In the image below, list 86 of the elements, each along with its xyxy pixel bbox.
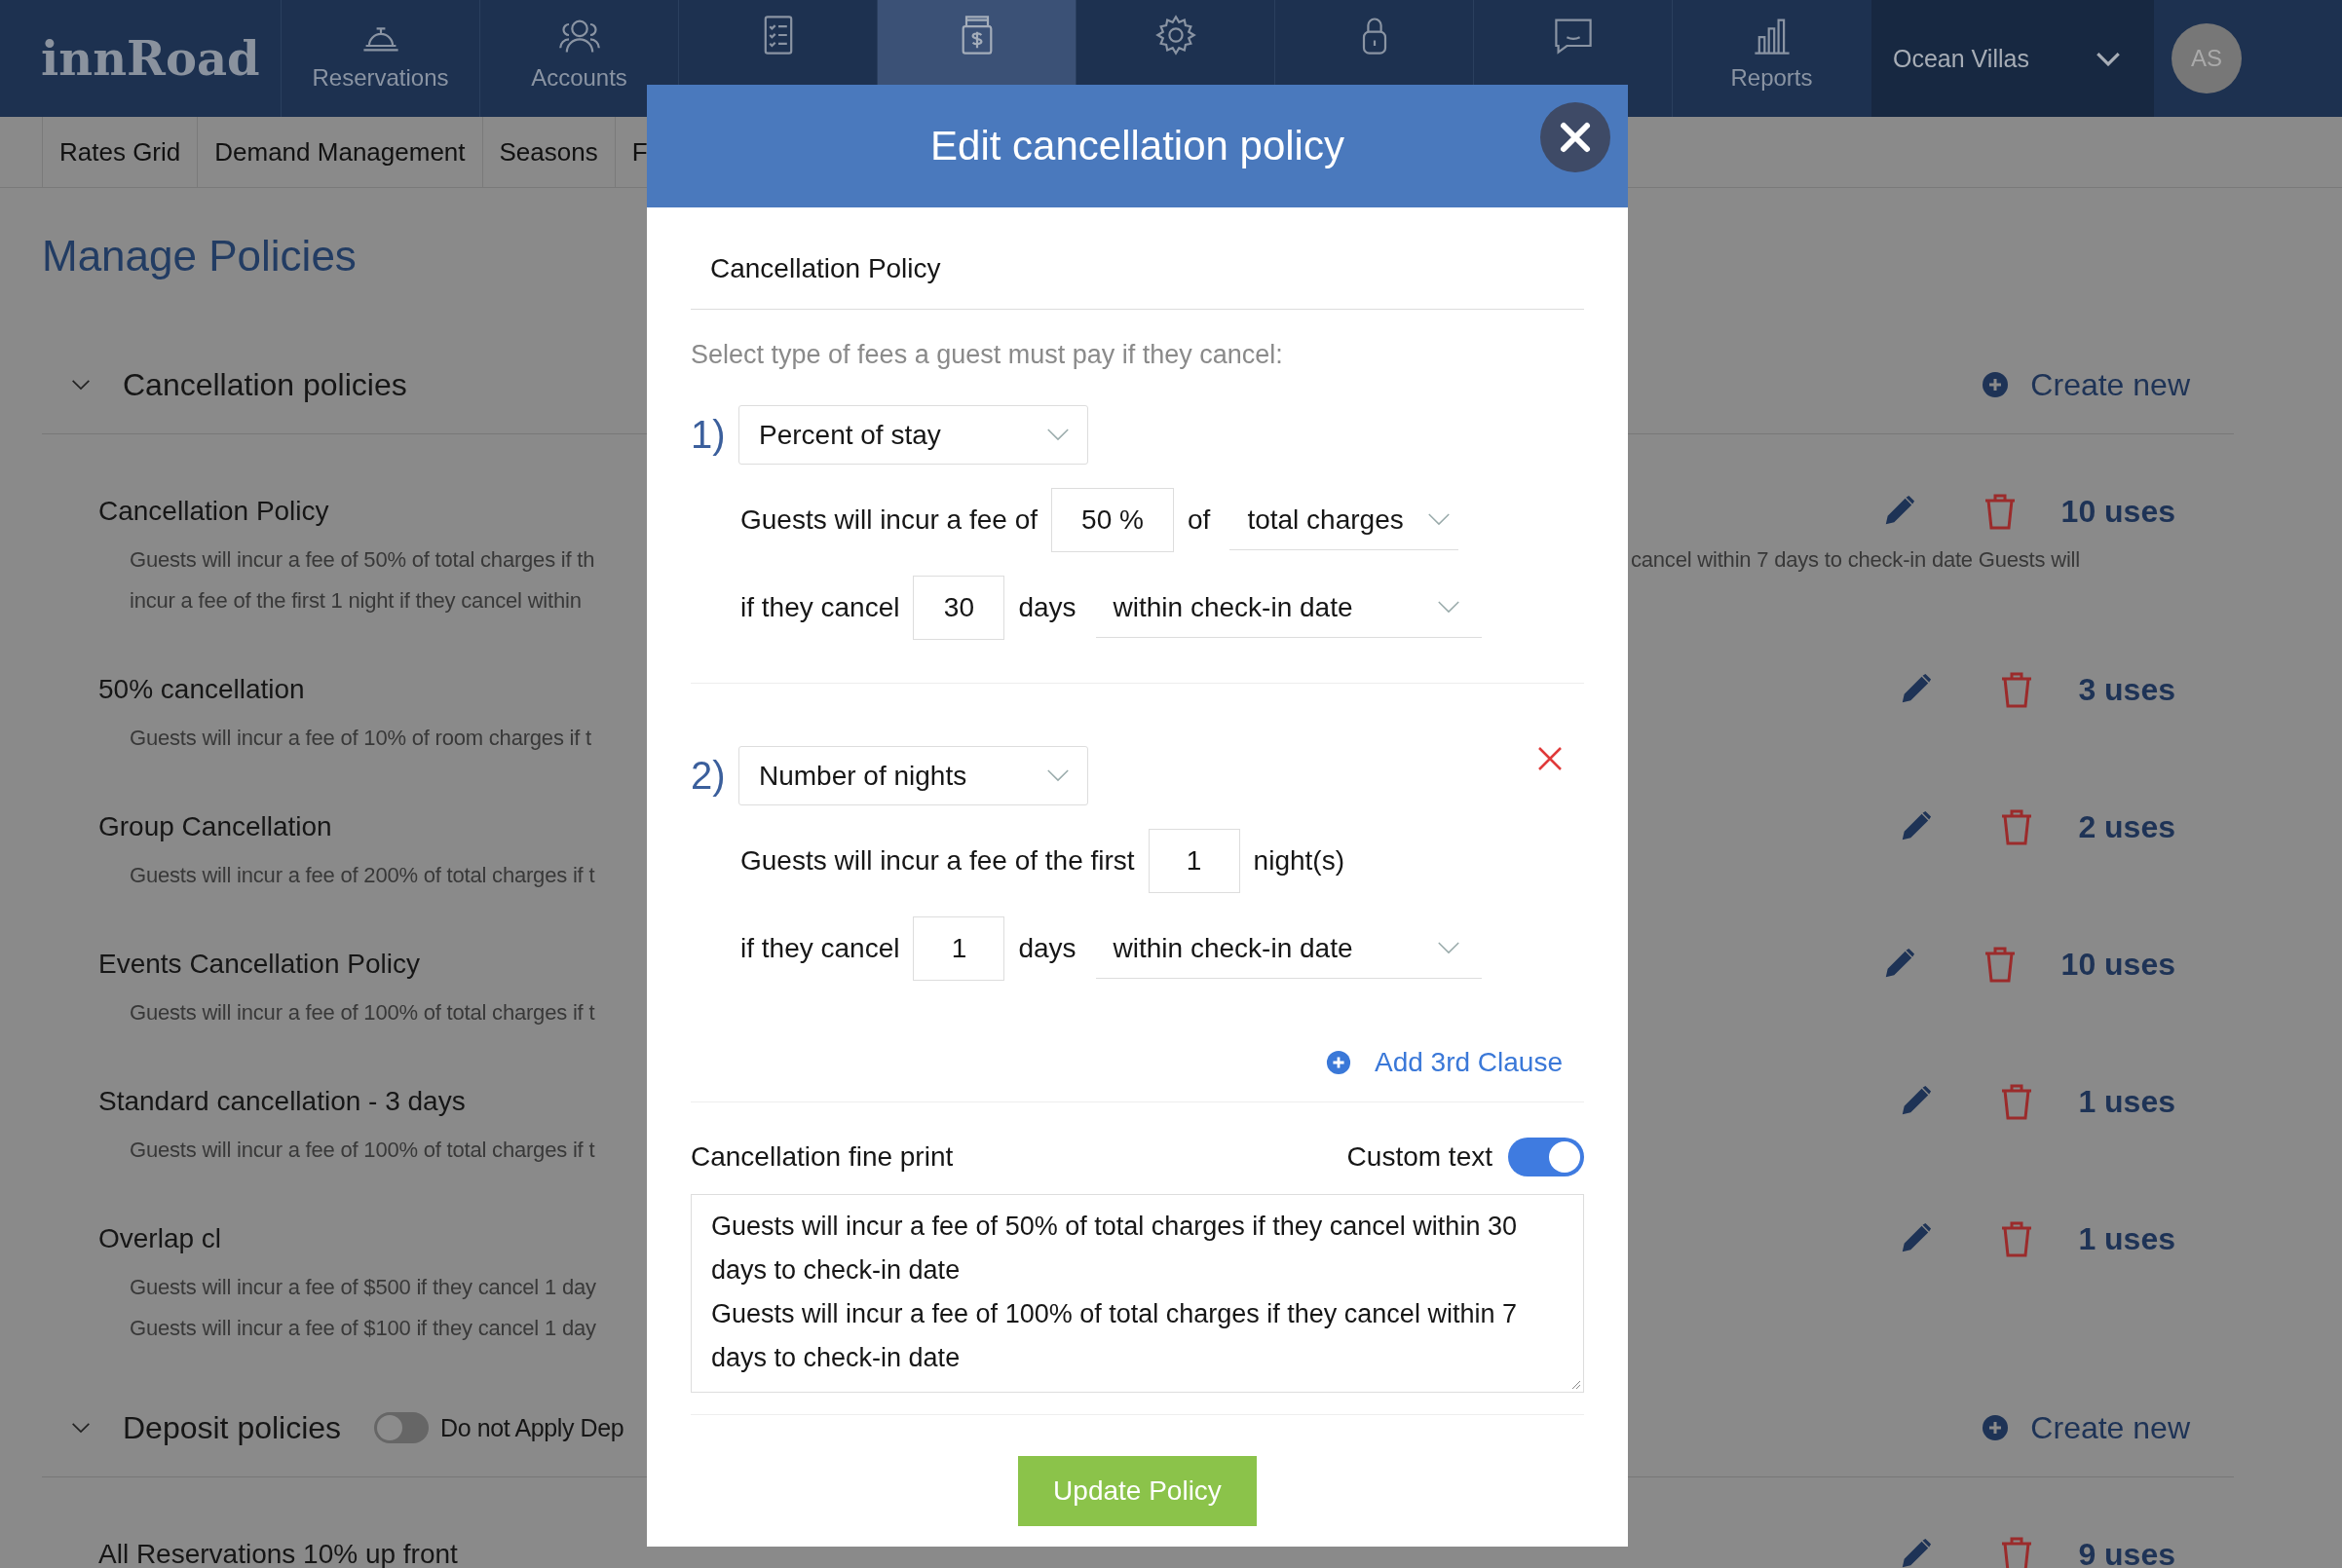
policy-description: Guests will incur a fee of 100% of total charges if t — [130, 1138, 595, 1163]
usage-count: 3 uses — [2078, 671, 2175, 708]
joiner-label: of — [1188, 504, 1211, 536]
window-dropdown[interactable]: within check-in date — [1095, 578, 1482, 638]
policy-description: Guests will incur a fee of 200% of total charges if t — [130, 863, 595, 888]
nav-tab[interactable]: Reports — [1672, 0, 1870, 117]
chevron-down-icon[interactable] — [71, 379, 91, 391]
logo[interactable]: innRoad — [0, 0, 281, 117]
days-label: days — [1018, 592, 1077, 623]
clause-number: 1) — [691, 413, 727, 457]
usage-count: 10 uses — [2060, 493, 2175, 530]
policy-name-field[interactable]: Cancellation Policy — [691, 229, 1584, 310]
trash-icon[interactable] — [2000, 808, 2034, 845]
instruction-text: Select type of fees a guest must pay if they cancel: — [691, 339, 1284, 371]
toggle-label: Do not Apply Dep — [440, 1413, 624, 1442]
cancel-label: if they cancel — [740, 933, 900, 964]
policy-description: Guests will incur a fee of 10% of room charges if t — [130, 726, 591, 751]
toggle-switch[interactable] — [374, 1412, 430, 1443]
plus-circle-icon — [1982, 371, 2010, 398]
policy-description: Guests will incur a fee of 50% of total charges if th — [130, 547, 595, 573]
remove-icon[interactable] — [1537, 746, 1563, 771]
close-icon[interactable] — [1540, 102, 1610, 172]
policy-name: Group Cancellation — [98, 811, 332, 842]
clause-number: 2) — [691, 754, 727, 798]
usage-count: 1 uses — [2078, 1220, 2175, 1257]
resize-grip-icon[interactable] — [1569, 1378, 1581, 1390]
days-input[interactable]: 30 — [913, 576, 1005, 640]
fine-print-field[interactable]: Guests will incur a fee of 50% of total charges if they cancel within 30 days to check-in date Guests will incur a fee of 100% of total charges if they cancel within 7 days to check-in date — [691, 1194, 1584, 1393]
plus-circle-icon — [1326, 1050, 1351, 1075]
usage-count: 1 uses — [2078, 1083, 2175, 1120]
page-title: Manage Policies — [42, 231, 357, 281]
policy-name: All Reservations 10% up front — [98, 1539, 458, 1568]
trash-icon[interactable] — [1983, 946, 2017, 983]
policy-name: Standard cancellation - 3 days — [98, 1086, 466, 1117]
usage-count: 10 uses — [2060, 946, 2175, 983]
trash-icon[interactable] — [2000, 1083, 2034, 1120]
subnav-tab[interactable]: Rates Grid — [42, 117, 198, 187]
plus-circle-icon — [1982, 1414, 2010, 1441]
dialog-title: Edit cancellation policy — [930, 123, 1344, 169]
fee-label: Guests will incur a fee of the first — [740, 845, 1135, 877]
chevron-down-icon — [1436, 601, 1460, 614]
chevron-down-icon — [1427, 513, 1452, 526]
settings-icon — [1153, 14, 1197, 56]
chevron-down-icon[interactable] — [71, 1422, 91, 1434]
policy-name: Overlap cl — [98, 1223, 222, 1254]
trash-icon[interactable] — [2000, 1536, 2034, 1568]
window-dropdown[interactable]: within check-in date — [1095, 918, 1482, 979]
policy-name: 50% cancellation — [98, 674, 305, 705]
section-title: Deposit policies — [123, 1409, 342, 1446]
create-new-link[interactable]: Create new — [1982, 1409, 2190, 1446]
usage-count: 9 uses — [2078, 1536, 2175, 1568]
chevron-down-icon — [1046, 769, 1070, 782]
usage-count: 2 uses — [2078, 808, 2175, 845]
create-new-link[interactable]: Create new — [1982, 366, 2190, 403]
subnav-tab[interactable]: Seasons — [481, 117, 615, 187]
fee-type-dropdown[interactable]: Number of nights — [738, 746, 1088, 805]
policy-description: cancel within 7 days to check-in date Guests will — [1631, 547, 2080, 573]
property-selector[interactable]: Ocean Villas — [1871, 0, 2154, 117]
days-label: days — [1018, 933, 1077, 964]
nav-tab[interactable]: Reservations — [281, 0, 479, 117]
fee-input[interactable]: 50 % — [1051, 488, 1175, 552]
policy-name: Cancellation Policy — [98, 496, 329, 527]
cancel-label: if they cancel — [740, 592, 900, 623]
charge-basis-dropdown[interactable]: total charges — [1229, 490, 1459, 550]
fee-label: Guests will incur a fee of — [740, 504, 1039, 536]
section-title: Cancellation policies — [123, 366, 407, 403]
fine-print-label: Cancellation fine print — [691, 1141, 954, 1173]
policy-description: Guests will incur a fee of $500 if they cancel 1 day — [130, 1275, 596, 1300]
fee-type-dropdown[interactable]: Percent of stay — [738, 405, 1088, 465]
trash-icon[interactable] — [1983, 493, 2017, 530]
policy-description: incur a fee of the first 1 night if they cancel within — [130, 588, 582, 614]
add-clause-link[interactable]: Add 3rd Clause — [1326, 1047, 1563, 1078]
days-input[interactable]: 1 — [913, 916, 1005, 981]
policy-name: Events Cancellation Policy — [98, 949, 420, 980]
fee-input[interactable]: 1 — [1148, 829, 1240, 893]
chevron-down-icon — [1436, 942, 1460, 954]
unit-label: night(s) — [1253, 845, 1344, 877]
toggle-switch[interactable] — [1508, 1138, 1584, 1176]
policy-description: Guests will incur a fee of $100 if they cancel 1 day — [130, 1316, 596, 1341]
chevron-down-icon — [1046, 429, 1070, 441]
chevron-down-icon — [2096, 51, 2121, 66]
policy-description: Guests will incur a fee of 100% of total charges if t — [130, 1000, 595, 1026]
custom-text-label: Custom text — [1346, 1141, 1492, 1173]
trash-icon[interactable] — [2000, 1220, 2034, 1257]
trash-icon[interactable] — [2000, 671, 2034, 708]
subnav-tab[interactable]: Demand Management — [197, 117, 482, 187]
